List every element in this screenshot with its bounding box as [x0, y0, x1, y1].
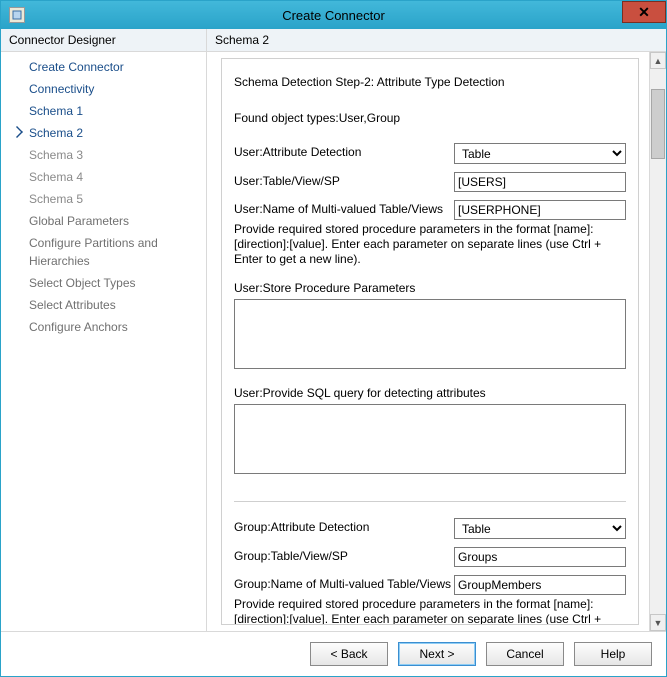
sidebar-item-partitions[interactable]: Configure Partitions and Hierarchies — [1, 232, 206, 272]
sidebar: Create Connector Connectivity Schema 1 S… — [1, 52, 207, 631]
group-sp-hint: Provide required stored procedure parame… — [234, 597, 626, 625]
sidebar-item-label: Configure Anchors — [29, 320, 128, 334]
next-button[interactable]: Next > — [398, 642, 476, 666]
sidebar-item-schema-4[interactable]: Schema 4 — [1, 166, 206, 188]
content-header: Schema 2 — [207, 29, 666, 51]
body: Create Connector Connectivity Schema 1 S… — [1, 52, 666, 631]
content: Schema Detection Step-2: Attribute Type … — [207, 52, 649, 631]
group-table-input[interactable] — [454, 547, 626, 567]
sidebar-item-label: Connectivity — [29, 82, 94, 96]
create-connector-window: Create Connector ✕ Connector Designer Sc… — [0, 0, 667, 677]
cancel-button[interactable]: Cancel — [486, 642, 564, 666]
scroll-up-button[interactable]: ▲ — [650, 52, 666, 69]
sidebar-item-label: Global Parameters — [29, 214, 129, 228]
scroll-track[interactable] — [650, 69, 666, 614]
window-title: Create Connector — [1, 8, 666, 23]
chevron-down-icon: ▼ — [654, 618, 663, 628]
help-button[interactable]: Help — [574, 642, 652, 666]
user-sql-textarea[interactable] — [234, 404, 626, 474]
sidebar-item-schema-2[interactable]: Schema 2 — [1, 122, 206, 144]
sidebar-item-select-attributes[interactable]: Select Attributes — [1, 294, 206, 316]
footer: < Back Next > Cancel Help — [1, 631, 666, 676]
sidebar-item-configure-anchors[interactable]: Configure Anchors — [1, 316, 206, 338]
vertical-scrollbar[interactable]: ▲ ▼ — [649, 52, 666, 631]
label-user-attr-detection: User:Attribute Detection — [234, 143, 454, 159]
back-button[interactable]: < Back — [310, 642, 388, 666]
label-group-table: Group:Table/View/SP — [234, 547, 454, 563]
row-user-multi: User:Name of Multi-valued Table/Views — [234, 200, 626, 220]
sidebar-item-label: Configure Partitions and Hierarchies — [29, 236, 158, 268]
group-attr-detection-select[interactable]: Table — [454, 518, 626, 539]
sidebar-item-connectivity[interactable]: Connectivity — [1, 78, 206, 100]
sidebar-item-label: Schema 1 — [29, 104, 83, 118]
row-group-attr-detection: Group:Attribute Detection Table — [234, 518, 626, 539]
content-wrap: Schema Detection Step-2: Attribute Type … — [207, 52, 666, 631]
chevron-up-icon: ▲ — [654, 56, 663, 66]
sidebar-item-create-connector[interactable]: Create Connector — [1, 56, 206, 78]
sidebar-item-label: Schema 3 — [29, 148, 83, 162]
sidebar-item-select-object-types[interactable]: Select Object Types — [1, 272, 206, 294]
group-multi-input[interactable] — [454, 575, 626, 595]
close-button[interactable]: ✕ — [622, 1, 666, 23]
row-group-multi: Group:Name of Multi-valued Table/Views — [234, 575, 626, 595]
close-icon: ✕ — [638, 4, 650, 21]
sidebar-item-label: Select Object Types — [29, 276, 136, 290]
sidebar-item-schema-5[interactable]: Schema 5 — [1, 188, 206, 210]
label-user-table: User:Table/View/SP — [234, 172, 454, 188]
column-headers: Connector Designer Schema 2 — [1, 29, 666, 52]
user-table-input[interactable] — [454, 172, 626, 192]
user-attr-detection-select[interactable]: Table — [454, 143, 626, 164]
sidebar-header: Connector Designer — [1, 29, 207, 51]
sidebar-item-label: Schema 2 — [29, 126, 83, 140]
user-sp-hint: Provide required stored procedure parame… — [234, 222, 626, 267]
label-user-sp: User:Store Procedure Parameters — [234, 281, 626, 295]
label-group-multi: Group:Name of Multi-valued Table/Views — [234, 575, 454, 591]
sidebar-item-label: Schema 4 — [29, 170, 83, 184]
sidebar-item-global-parameters[interactable]: Global Parameters — [1, 210, 206, 232]
row-group-table: Group:Table/View/SP — [234, 547, 626, 567]
row-user-attr-detection: User:Attribute Detection Table — [234, 143, 626, 164]
sidebar-item-schema-3[interactable]: Schema 3 — [1, 144, 206, 166]
section-divider — [234, 501, 626, 502]
label-group-attr-detection: Group:Attribute Detection — [234, 518, 454, 534]
scroll-thumb[interactable] — [651, 89, 665, 159]
found-object-types: Found object types:User,Group — [234, 111, 626, 125]
sidebar-item-label: Select Attributes — [29, 298, 116, 312]
label-user-sql: User:Provide SQL query for detecting att… — [234, 386, 626, 400]
label-user-multi: User:Name of Multi-valued Table/Views — [234, 200, 454, 216]
user-multi-input[interactable] — [454, 200, 626, 220]
user-sp-textarea[interactable] — [234, 299, 626, 369]
scroll-down-button[interactable]: ▼ — [650, 614, 666, 631]
sidebar-item-label: Schema 5 — [29, 192, 83, 206]
row-user-table: User:Table/View/SP — [234, 172, 626, 192]
titlebar: Create Connector ✕ — [1, 1, 666, 29]
step-title: Schema Detection Step-2: Attribute Type … — [234, 75, 626, 89]
form-panel: Schema Detection Step-2: Attribute Type … — [221, 58, 639, 625]
sidebar-item-label: Create Connector — [29, 60, 124, 74]
sidebar-item-schema-1[interactable]: Schema 1 — [1, 100, 206, 122]
